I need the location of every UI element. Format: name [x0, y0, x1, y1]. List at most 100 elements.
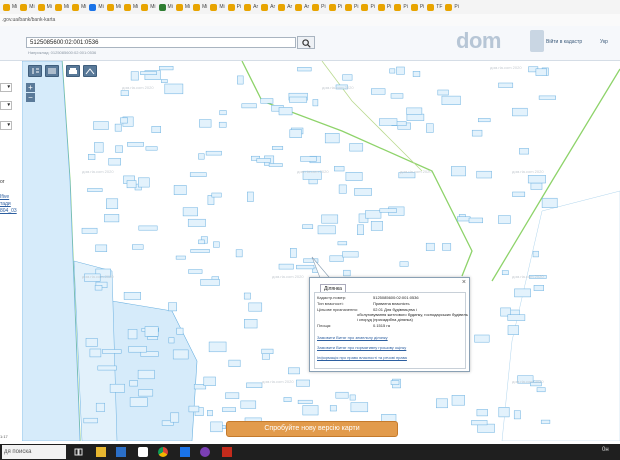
land-parcel[interactable]: [93, 121, 109, 130]
land-parcel[interactable]: [106, 198, 119, 209]
land-parcel[interactable]: [425, 242, 435, 251]
bookmark-item[interactable]: Pi: [361, 2, 375, 12]
land-parcel[interactable]: [247, 191, 254, 202]
land-parcel[interactable]: [260, 98, 274, 104]
land-parcel[interactable]: [246, 382, 263, 388]
land-parcel[interactable]: [159, 66, 174, 71]
print-tool-button[interactable]: [66, 65, 80, 77]
land-parcel[interactable]: [225, 392, 240, 399]
land-parcel[interactable]: [129, 380, 138, 387]
land-parcel[interactable]: [342, 74, 353, 81]
bookmark-item[interactable]: TF: [427, 2, 442, 12]
land-parcel[interactable]: [210, 421, 223, 433]
land-parcel[interactable]: [371, 88, 386, 95]
land-parcel[interactable]: [85, 338, 98, 347]
land-parcel[interactable]: [370, 221, 383, 231]
land-parcel[interactable]: [541, 197, 558, 208]
land-parcel[interactable]: [338, 184, 347, 194]
land-parcel[interactable]: [514, 288, 531, 298]
land-parcel[interactable]: [474, 334, 490, 343]
land-parcel[interactable]: [334, 166, 345, 172]
land-parcel[interactable]: [211, 192, 222, 198]
land-parcel[interactable]: [498, 215, 511, 224]
land-parcel[interactable]: [173, 185, 187, 195]
cadastral-search-input[interactable]: 5125085600:02:001:0536: [26, 37, 296, 48]
land-parcel[interactable]: [137, 369, 155, 380]
land-parcel[interactable]: [83, 417, 98, 424]
land-parcel[interactable]: [88, 154, 96, 160]
land-parcel[interactable]: [389, 68, 396, 74]
layer-select-3[interactable]: ▾: [0, 121, 12, 130]
land-parcel[interactable]: [138, 389, 154, 397]
bookmark-item[interactable]: Pi: [345, 2, 358, 12]
land-parcel[interactable]: [104, 214, 120, 223]
land-parcel[interactable]: [218, 121, 227, 128]
land-parcel[interactable]: [189, 172, 207, 177]
zoom-in-button[interactable]: +: [26, 83, 35, 92]
land-parcel[interactable]: [288, 367, 300, 375]
land-parcel[interactable]: [337, 241, 348, 246]
panel-link-2[interactable]: тади: [0, 201, 11, 207]
land-parcel[interactable]: [138, 177, 150, 188]
land-parcel[interactable]: [213, 241, 220, 248]
land-parcel[interactable]: [296, 379, 310, 387]
land-parcel[interactable]: [538, 95, 556, 100]
panel-link-3[interactable]: 804_03: [0, 208, 17, 214]
land-parcel[interactable]: [240, 400, 257, 409]
bookmark-item[interactable]: Mi: [37, 2, 52, 12]
land-parcel[interactable]: [144, 326, 159, 337]
land-parcel[interactable]: [513, 410, 521, 420]
land-parcel[interactable]: [498, 407, 510, 418]
close-icon[interactable]: ×: [462, 279, 466, 286]
land-parcel[interactable]: [108, 158, 121, 166]
land-parcel[interactable]: [243, 292, 251, 300]
dom-logo[interactable]: dom: [456, 28, 501, 54]
land-parcel[interactable]: [127, 142, 144, 147]
land-parcel[interactable]: [244, 319, 258, 329]
land-parcel[interactable]: [357, 224, 364, 235]
land-parcel[interactable]: [151, 126, 161, 133]
bookmark-item[interactable]: Mi: [54, 2, 69, 12]
order-extract-link[interactable]: Замовити Витяг про земельну ділянку: [317, 335, 388, 340]
land-parcel[interactable]: [324, 133, 340, 144]
land-parcel[interactable]: [329, 405, 337, 412]
land-parcel[interactable]: [478, 118, 491, 123]
land-parcel[interactable]: [342, 251, 359, 258]
land-parcel[interactable]: [289, 96, 308, 103]
land-parcel[interactable]: [261, 348, 274, 354]
land-parcel[interactable]: [235, 249, 243, 258]
land-parcel[interactable]: [170, 412, 180, 423]
land-parcel[interactable]: [289, 129, 302, 138]
task-view-icon[interactable]: [74, 447, 84, 457]
land-parcel[interactable]: [512, 191, 526, 197]
login-link[interactable]: Війти в кадастр: [546, 39, 582, 45]
land-parcel[interactable]: [248, 302, 263, 312]
bookmark-item[interactable]: Pi: [394, 2, 408, 12]
language-switch[interactable]: Укр: [600, 39, 608, 45]
bookmark-item[interactable]: Mi: [20, 2, 35, 12]
land-parcel[interactable]: [536, 387, 546, 393]
land-parcel[interactable]: [297, 399, 313, 404]
land-parcel[interactable]: [95, 244, 108, 252]
land-parcel[interactable]: [390, 93, 404, 99]
land-parcel[interactable]: [172, 349, 189, 360]
land-parcel[interactable]: [188, 405, 200, 413]
land-parcel[interactable]: [477, 423, 495, 433]
land-parcel[interactable]: [161, 79, 168, 83]
cadastral-map[interactable]: + − дом.ria.com 2020 дом.ria.com 2020 до…: [22, 61, 620, 441]
bookmark-item[interactable]: Mi: [89, 2, 104, 12]
land-parcel[interactable]: [379, 118, 398, 126]
land-parcel[interactable]: [168, 337, 175, 344]
land-parcel[interactable]: [120, 117, 128, 124]
land-parcel[interactable]: [182, 207, 198, 217]
land-parcel[interactable]: [426, 123, 434, 133]
bookmark-item[interactable]: Ar: [261, 2, 275, 12]
land-parcel[interactable]: [176, 327, 184, 335]
land-parcel[interactable]: [115, 145, 123, 153]
land-parcel[interactable]: [468, 217, 483, 224]
land-parcel[interactable]: [379, 208, 397, 213]
land-parcel[interactable]: [321, 214, 339, 224]
viber-icon[interactable]: [200, 447, 210, 457]
land-parcel[interactable]: [203, 376, 216, 386]
land-parcel[interactable]: [390, 380, 400, 385]
